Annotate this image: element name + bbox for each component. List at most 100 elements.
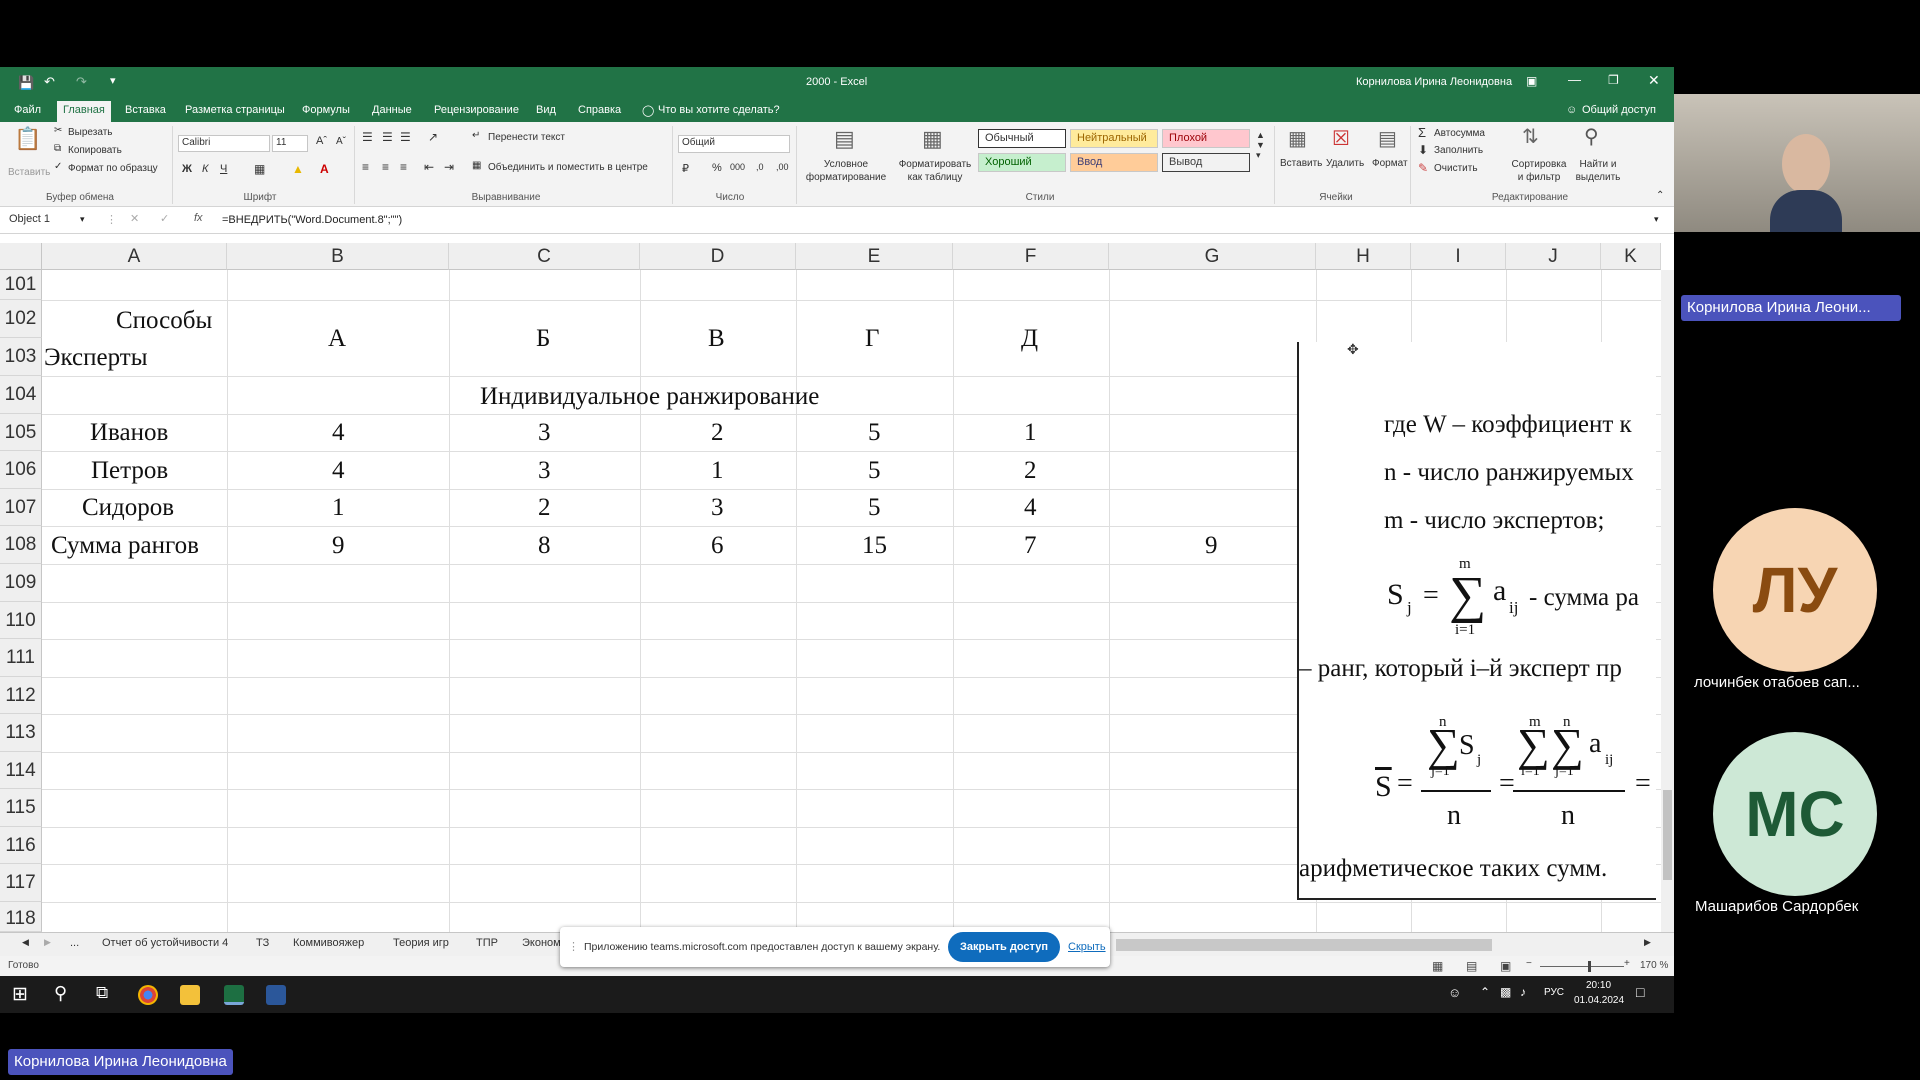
embedded-word-object[interactable]: ✥ где W – коэффициент к n - число ранжир… [1297,342,1656,900]
copy-button[interactable]: Копировать [68,145,122,156]
tab-home[interactable]: Главная [57,101,111,122]
tab-insert[interactable]: Вставка [119,102,172,122]
collapse-ribbon-icon[interactable]: ⌃ [1656,190,1664,201]
currency-icon[interactable]: ₽ [682,162,689,175]
participant-video[interactable] [1674,94,1920,232]
font-color-icon[interactable]: A [320,162,329,176]
cell-a107[interactable]: Сидоров [82,494,174,522]
cell-a106[interactable]: Петров [91,457,168,485]
formula-input[interactable]: =ВНЕДРИТЬ("Word.Document.8";"") [222,214,402,226]
scroll-thumb[interactable] [1663,790,1672,880]
sheet-tab[interactable]: ТЗ [256,937,269,949]
row-header[interactable]: 110 [0,602,42,639]
scroll-right-icon[interactable]: ▶ [44,937,51,948]
cell-b105[interactable]: 4 [332,419,345,447]
cell-a105[interactable]: Иванов [90,419,168,447]
cell-e108[interactable]: 15 [862,532,887,560]
cell-e102[interactable]: Г [865,325,879,353]
tab-data[interactable]: Данные [366,102,418,122]
paste-button[interactable]: Вставить [8,167,50,178]
sheet-tab[interactable]: Отчет об устойчивости 4 [102,937,228,949]
drag-handle-icon[interactable]: ⋮ [568,940,579,953]
word-taskbar-icon[interactable] [266,985,286,1005]
style-normal[interactable]: Обычный [978,129,1066,148]
page-layout-view-icon[interactable]: ▤ [1466,959,1477,973]
column-header[interactable]: D [640,243,796,270]
row-header[interactable]: 104 [0,376,42,414]
cell-f108[interactable]: 7 [1024,532,1037,560]
cell-d107[interactable]: 3 [711,494,724,522]
style-output[interactable]: Вывод [1162,153,1250,172]
scroll-left-icon[interactable]: ◀ [22,937,29,948]
decrease-decimal-icon[interactable]: ,00 [776,162,789,172]
search-icon[interactable]: ⚲ [54,983,67,1004]
merge-center-button[interactable]: Объединить и поместить в центре [488,162,648,173]
cell-c108[interactable]: 8 [538,532,551,560]
name-box-dropdown-icon[interactable]: ▾ [80,214,85,225]
cell-c107[interactable]: 2 [538,494,551,522]
tab-view[interactable]: Вид [530,102,562,122]
shrink-font-icon[interactable]: Aˇ [336,136,346,147]
cell-b107[interactable]: 1 [332,494,345,522]
redo-icon[interactable]: ↷ [76,74,87,90]
cell-c105[interactable]: 3 [538,419,551,447]
zoom-out-icon[interactable]: − [1526,958,1532,969]
language-indicator[interactable]: РУС [1544,987,1564,998]
cell-a102[interactable]: Способы [116,307,212,335]
tray-chevron-icon[interactable]: ⌃ [1480,985,1490,999]
row-header[interactable]: 105 [0,414,42,451]
row-header[interactable]: 106 [0,451,42,489]
sheet-tab[interactable]: Коммивояжер [293,937,364,949]
stop-sharing-button[interactable]: Закрыть доступ [948,932,1060,962]
style-input[interactable]: Ввод [1070,153,1158,172]
cell-e106[interactable]: 5 [868,457,881,485]
fill-color-icon[interactable]: ▲ [292,162,304,176]
column-header[interactable]: B [227,243,449,270]
notifications-icon[interactable]: □ [1636,984,1644,1000]
excel-taskbar-icon[interactable] [224,985,244,1005]
cell-e107[interactable]: 5 [868,494,881,522]
cell-b106[interactable]: 4 [332,457,345,485]
cancel-icon[interactable]: ✕ [130,212,139,225]
row-header[interactable]: 102 [0,300,42,338]
row-header[interactable]: 113 [0,714,42,752]
vertical-scrollbar[interactable] [1661,270,1674,932]
percent-icon[interactable]: % [712,162,722,174]
zoom-level[interactable]: 170 % [1640,960,1668,971]
cell-d106[interactable]: 1 [711,457,724,485]
cell-d105[interactable]: 2 [711,419,724,447]
cell-c106[interactable]: 3 [538,457,551,485]
increase-decimal-icon[interactable]: ,0 [756,162,764,172]
row-header[interactable]: 115 [0,789,42,827]
clear-button[interactable]: Очистить [1434,163,1478,174]
enter-icon[interactable]: ✓ [160,212,169,225]
windows-start-icon[interactable]: ⊞ [12,983,28,1006]
tab-page-layout[interactable]: Разметка страницы [179,102,291,122]
ribbon-display-icon[interactable]: ▣ [1526,74,1537,88]
cell-f102[interactable]: Д [1021,325,1038,353]
insert-cells-button[interactable]: Вставить [1280,158,1322,169]
indent-decrease-icon[interactable]: ⇤ [424,160,434,174]
cell-g108[interactable]: 9 [1205,532,1218,560]
cut-button[interactable]: Вырезать [68,127,112,138]
row-header[interactable]: 103 [0,338,42,376]
format-table-button[interactable]: Форматировать как таблицу [894,158,976,184]
grow-font-icon[interactable]: Aˆ [316,135,327,147]
cell-a103[interactable]: Эксперты [44,344,148,372]
align-middle-icon[interactable]: ☰ [382,130,393,144]
italic-button[interactable]: К [202,163,208,175]
row-header[interactable]: 112 [0,677,42,714]
format-cells-button[interactable]: Формат [1372,158,1408,169]
delete-cells-button[interactable]: Удалить [1326,158,1364,169]
align-center-icon[interactable]: ≡ [382,160,389,174]
task-view-icon[interactable]: ⧉ [96,983,108,1003]
cell-f105[interactable]: 1 [1024,419,1037,447]
orientation-icon[interactable]: ↗ [428,130,438,144]
page-break-view-icon[interactable]: ▣ [1500,959,1511,973]
row-header[interactable]: 117 [0,864,42,902]
row-header[interactable]: 118 [0,902,42,932]
row-header[interactable]: 111 [0,639,42,677]
scroll-right-icon[interactable]: ▶ [1644,937,1651,948]
autosum-button[interactable]: Автосумма [1434,128,1485,139]
number-format-select[interactable]: Общий [678,135,790,153]
